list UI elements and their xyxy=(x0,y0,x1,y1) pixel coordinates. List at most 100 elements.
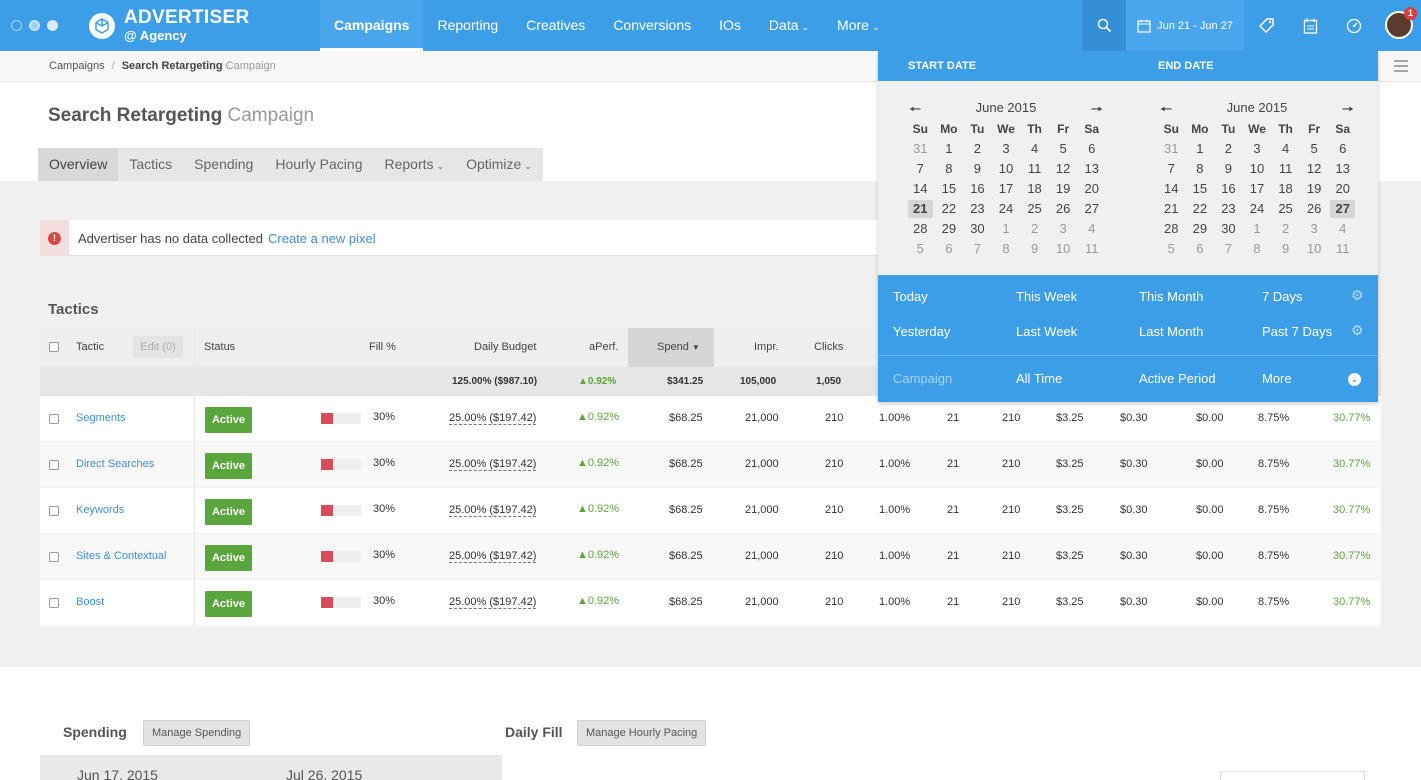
search-button[interactable] xyxy=(1082,0,1126,51)
calendar-day[interactable]: 5 xyxy=(908,240,933,258)
schedule-button[interactable] xyxy=(1288,0,1332,51)
calendar-day[interactable]: 8 xyxy=(937,160,962,178)
manage-spending-button[interactable]: Manage Spending xyxy=(143,720,251,746)
calendar-day[interactable]: 30 xyxy=(965,220,990,238)
edit-button[interactable]: Edit (0) xyxy=(133,336,183,358)
tab-optimize[interactable]: Optimize ⌄ xyxy=(455,148,543,181)
calendar-day[interactable]: 7 xyxy=(908,160,933,178)
daily-budget-value[interactable]: 25.00% ($197.42) xyxy=(449,550,537,563)
calendar-day[interactable]: 3 xyxy=(1245,140,1270,158)
preset-past-7-days[interactable]: Past 7 Days xyxy=(1262,324,1332,339)
row-checkbox[interactable] xyxy=(49,506,59,516)
create-pixel-link[interactable]: Create a new pixel xyxy=(268,231,376,246)
nav-ios[interactable]: IOs xyxy=(705,0,755,51)
calendar-day[interactable]: 21 xyxy=(1159,200,1184,218)
calendar-day[interactable]: 10 xyxy=(1245,160,1270,178)
calendar-day[interactable]: 7 xyxy=(965,240,990,258)
calendar-day[interactable]: 8 xyxy=(1245,240,1270,258)
calendar-day[interactable]: 3 xyxy=(1051,220,1076,238)
calendar-day[interactable]: 8 xyxy=(994,240,1019,258)
col-impr[interactable]: Impr. xyxy=(754,341,778,353)
calendar-day[interactable]: 10 xyxy=(1051,240,1076,258)
dashboard-button[interactable] xyxy=(1332,0,1376,51)
calendar-day[interactable]: 23 xyxy=(965,200,990,218)
calendar-day[interactable]: 28 xyxy=(1159,220,1184,238)
row-checkbox[interactable] xyxy=(49,414,59,424)
calendar-day[interactable]: 6 xyxy=(937,240,962,258)
tactic-name-link[interactable]: Keywords xyxy=(76,504,124,516)
nav-reporting[interactable]: Reporting xyxy=(423,0,512,51)
calendar-day[interactable]: 13 xyxy=(1330,160,1355,178)
col-aperf[interactable]: aPerf. xyxy=(589,341,618,353)
preset-today[interactable]: Today xyxy=(893,289,928,304)
window-minimize-dot[interactable] xyxy=(29,20,40,31)
col-tactic[interactable]: Tactic xyxy=(76,341,104,353)
preset-last-week[interactable]: Last Week xyxy=(1016,324,1077,339)
calendar-day[interactable]: 24 xyxy=(994,200,1019,218)
calendar-day[interactable]: 5 xyxy=(1302,140,1327,158)
daily-budget-value[interactable]: 25.00% ($197.42) xyxy=(449,596,537,609)
calendar-day[interactable]: 1 xyxy=(1188,140,1213,158)
calendar-day[interactable]: 18 xyxy=(1022,180,1047,198)
calendar-day[interactable]: 6 xyxy=(1079,140,1104,158)
calendar-day[interactable]: 4 xyxy=(1273,140,1298,158)
calendar-day[interactable]: 5 xyxy=(1159,240,1184,258)
calendar-day[interactable]: 1 xyxy=(1245,220,1270,238)
notification-badge[interactable]: 1 xyxy=(1404,7,1417,20)
tab-reports[interactable]: Reports ⌄ xyxy=(373,148,455,181)
calendar-day[interactable]: 12 xyxy=(1302,160,1327,178)
row-checkbox[interactable] xyxy=(49,460,59,470)
calendar-day[interactable]: 8 xyxy=(1188,160,1213,178)
calendar-day[interactable]: 28 xyxy=(908,220,933,238)
calendar-day[interactable]: 31 xyxy=(1159,140,1184,158)
chevron-down-circle-icon[interactable]: ⌄ xyxy=(1348,373,1361,386)
nav-more[interactable]: More ⌄ xyxy=(823,0,893,51)
daily-budget-value[interactable]: 25.00% ($197.42) xyxy=(449,504,537,517)
row-checkbox[interactable] xyxy=(49,552,59,562)
calendar-day[interactable]: 2 xyxy=(1022,220,1047,238)
calendar-day[interactable]: 11 xyxy=(1330,240,1355,258)
col-daily-budget[interactable]: Daily Budget xyxy=(474,341,536,353)
calendar-day[interactable]: 15 xyxy=(1188,180,1213,198)
calendar-day[interactable]: 5 xyxy=(1051,140,1076,158)
status-badge[interactable]: Active xyxy=(205,545,252,571)
calendar-day[interactable]: 4 xyxy=(1022,140,1047,158)
calendar-day[interactable]: 11 xyxy=(1273,160,1298,178)
nav-campaigns[interactable]: Campaigns xyxy=(320,0,424,51)
calendar-day[interactable]: 4 xyxy=(1330,220,1355,238)
calendar-day[interactable]: 7 xyxy=(1216,240,1241,258)
calendar-day[interactable]: 1 xyxy=(937,140,962,158)
calendar-day[interactable]: 4 xyxy=(1079,220,1104,238)
manage-hourly-pacing-button[interactable]: Manage Hourly Pacing xyxy=(577,720,707,746)
col-clicks[interactable]: Clicks xyxy=(814,341,843,353)
calendar-day[interactable]: 18 xyxy=(1273,180,1298,198)
calendar-day[interactable]: 19 xyxy=(1051,180,1076,198)
calendar-day[interactable]: 17 xyxy=(1245,180,1270,198)
calendar-day[interactable]: 9 xyxy=(1216,160,1241,178)
calendar-day[interactable]: 31 xyxy=(908,140,933,158)
calendar-day[interactable]: 19 xyxy=(1302,180,1327,198)
calendar-day-selected[interactable]: 21 xyxy=(908,200,933,218)
tab-hourly-pacing[interactable]: Hourly Pacing xyxy=(264,148,373,181)
status-badge[interactable]: Active xyxy=(205,407,252,433)
preset-active-period[interactable]: Active Period xyxy=(1139,371,1216,386)
select-all-checkbox[interactable] xyxy=(49,342,59,352)
calendar-day[interactable]: 1 xyxy=(994,220,1019,238)
breadcrumb-campaigns[interactable]: Campaigns xyxy=(49,60,105,72)
calendar-day[interactable]: 27 xyxy=(1079,200,1104,218)
spending-end-date[interactable]: Jul 26, 2015 xyxy=(286,767,362,780)
preset-more[interactable]: More xyxy=(1262,371,1292,386)
gear-icon[interactable]: ⚙ xyxy=(1351,287,1364,304)
window-close-dot[interactable] xyxy=(11,20,22,31)
calendar-day[interactable]: 25 xyxy=(1273,200,1298,218)
preset-this-month[interactable]: This Month xyxy=(1139,289,1203,304)
tactic-name-link[interactable]: Sites & Contextual xyxy=(76,550,167,562)
col-status[interactable]: Status xyxy=(204,341,235,353)
calendar-day[interactable]: 3 xyxy=(994,140,1019,158)
tab-spending[interactable]: Spending xyxy=(183,148,264,181)
spending-start-date[interactable]: Jun 17, 2015 xyxy=(77,767,158,780)
calendar-day-selected[interactable]: 27 xyxy=(1330,200,1355,218)
tactic-name-link[interactable]: Direct Searches xyxy=(76,458,154,470)
calendar-day[interactable]: 2 xyxy=(1216,140,1241,158)
calendar-day[interactable]: 30 xyxy=(1216,220,1241,238)
